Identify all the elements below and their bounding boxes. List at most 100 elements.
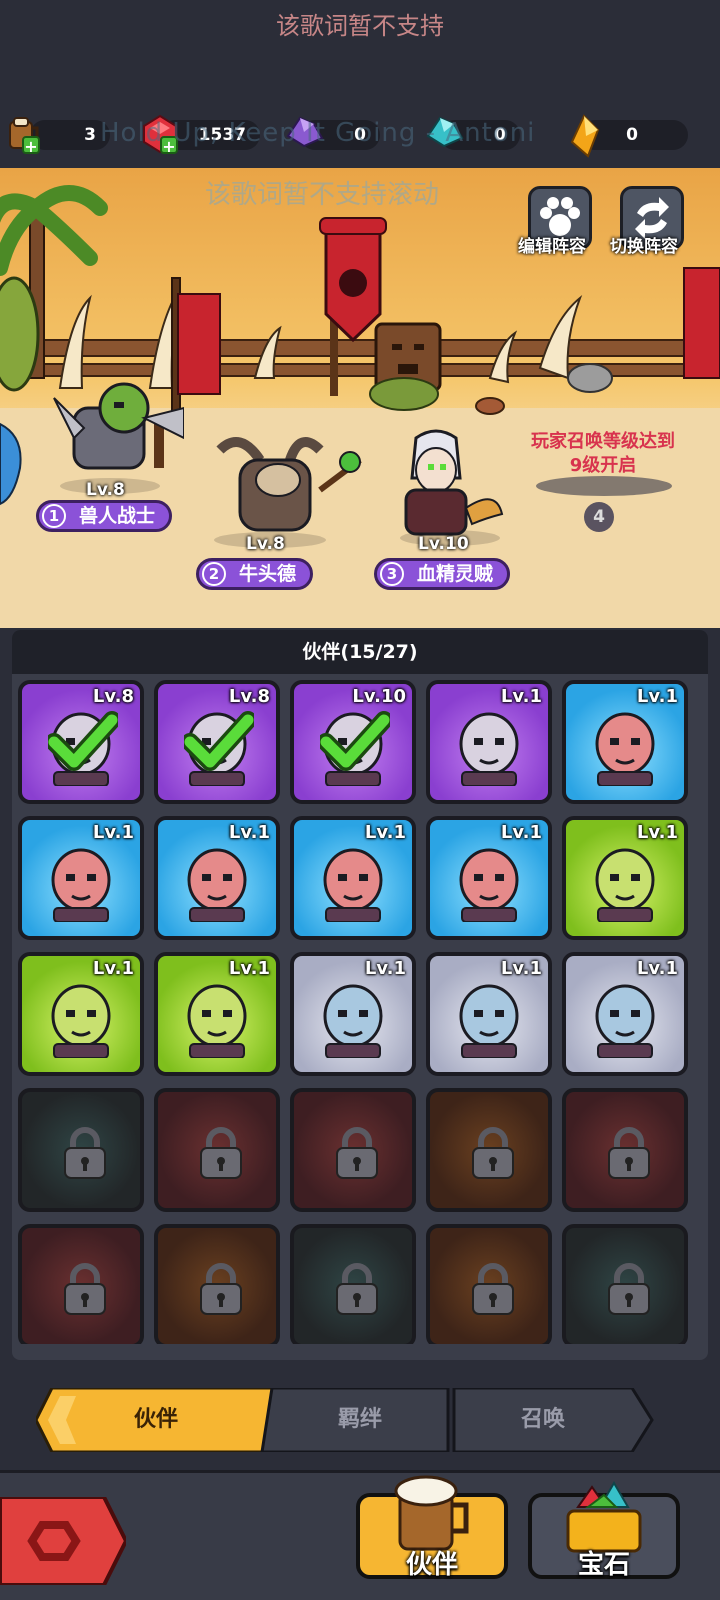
lock-icon xyxy=(608,1127,650,1179)
partner-card[interactable]: Lv.1 xyxy=(562,816,688,940)
gem-nav-label: 宝石 xyxy=(577,1550,630,1580)
lock-icon xyxy=(472,1263,514,1315)
lock-icon xyxy=(64,1263,106,1315)
partner-card[interactable]: Lv.1 xyxy=(426,952,552,1076)
partner-panel: 伙伴(15/27) Lv.8 Lv.8 Lv.10 Lv.1 Lv.1 Lv.1 Lv.1 L… xyxy=(12,630,708,1360)
locked-partner-card[interactable] xyxy=(154,1088,280,1212)
check-icon xyxy=(48,711,118,771)
locked-partner-card[interactable] xyxy=(290,1088,416,1212)
hero-3-slot-number: 3 xyxy=(380,562,404,586)
hero-tauren-druid[interactable] xyxy=(200,430,370,544)
gem-nav-button[interactable]: 宝石 xyxy=(528,1481,680,1580)
add-beer-button[interactable]: + xyxy=(22,136,40,155)
partner-card[interactable]: Lv.1 xyxy=(562,952,688,1076)
lock-icon xyxy=(472,1127,514,1179)
hero-2-slot-number: 2 xyxy=(202,562,226,586)
partner-portrait xyxy=(595,712,655,786)
partner-portrait xyxy=(323,848,383,922)
partner-nav-label: 伙伴 xyxy=(405,1550,458,1580)
locked-partner-card[interactable] xyxy=(426,1224,552,1344)
partner-card[interactable]: Lv.1 xyxy=(290,816,416,940)
partner-level: Lv.1 xyxy=(500,822,542,843)
bottom-tabs: 伙伴 羁绊 召唤 xyxy=(36,1388,656,1452)
partner-nav-button[interactable]: 伙伴 xyxy=(356,1475,508,1580)
locked-partner-card[interactable] xyxy=(426,1088,552,1212)
partner-level: Lv.8 xyxy=(228,686,270,707)
partner-level: Lv.1 xyxy=(636,822,678,843)
partner-portrait xyxy=(459,984,519,1058)
check-icon xyxy=(184,711,254,771)
partner-card[interactable]: Lv.8 xyxy=(154,680,280,804)
partner-level: Lv.8 xyxy=(92,686,134,707)
lock-icon xyxy=(200,1127,242,1179)
resource-beer[interactable]: 3 xyxy=(30,120,110,150)
music-marquee: Hold Up, Keep It Going - Antoni xyxy=(100,118,536,148)
hero-3-name: 血精灵贼 xyxy=(417,563,494,585)
partner-card[interactable]: Lv.1 xyxy=(290,952,416,1076)
partner-card[interactable]: Lv.1 xyxy=(426,816,552,940)
back-button[interactable] xyxy=(0,1495,129,1587)
partner-card[interactable]: Lv.10 xyxy=(290,680,416,804)
partner-level: Lv.1 xyxy=(636,958,678,979)
partner-card[interactable]: Lv.1 xyxy=(426,680,552,804)
bottom-nav: 伙伴 宝石 xyxy=(0,1470,720,1600)
battle-scene: 该歌词暂不支持滚动 编辑阵容 切换阵容 Lv.8 1 兽人战士 Lv.8 2 牛… xyxy=(0,168,720,628)
partner-level: Lv.1 xyxy=(92,822,134,843)
partner-card[interactable]: Lv.1 xyxy=(18,952,144,1076)
partner-level: Lv.1 xyxy=(636,686,678,707)
hero-3-name-pill[interactable]: 3 血精灵贼 xyxy=(374,558,511,590)
partner-level: Lv.1 xyxy=(92,958,134,979)
partner-card[interactable]: Lv.1 xyxy=(154,816,280,940)
partner-portrait xyxy=(595,848,655,922)
hero-1-level: Lv.8 xyxy=(86,480,125,500)
locked-partner-card[interactable] xyxy=(154,1224,280,1344)
partner-level: Lv.1 xyxy=(364,958,406,979)
partner-portrait xyxy=(187,848,247,922)
partner-card[interactable]: Lv.1 xyxy=(154,952,280,1076)
partner-portrait xyxy=(459,848,519,922)
tab-bond[interactable]: 羁绊 xyxy=(272,1388,448,1452)
locked-partner-card[interactable] xyxy=(290,1224,416,1344)
locked-partner-card[interactable] xyxy=(562,1088,688,1212)
hero-orc-warrior[interactable] xyxy=(44,368,185,492)
lock-icon xyxy=(64,1127,106,1179)
hero-2-name: 牛头德 xyxy=(239,563,297,585)
resource-beer-value: 3 xyxy=(84,125,96,145)
partner-card[interactable]: Lv.1 xyxy=(18,816,144,940)
partner-level: Lv.1 xyxy=(364,822,406,843)
partner-card[interactable]: Lv.1 xyxy=(562,680,688,804)
tab-summon[interactable]: 召唤 xyxy=(454,1388,632,1452)
partner-portrait xyxy=(459,712,519,786)
partner-level: Lv.1 xyxy=(228,958,270,979)
lyric-overlay-mid: 该歌词暂不支持滚动 xyxy=(205,180,440,210)
partner-level: Lv.1 xyxy=(228,822,270,843)
partner-level: Lv.1 xyxy=(500,958,542,979)
resource-gold-value: 0 xyxy=(626,125,638,145)
edit-formation-label: 编辑阵容 xyxy=(518,237,586,257)
partner-portrait xyxy=(187,984,247,1058)
lock-icon xyxy=(608,1263,650,1315)
switch-formation-label: 切换阵容 xyxy=(610,237,678,257)
tab-partner[interactable]: 伙伴 xyxy=(56,1388,256,1452)
partner-grid: Lv.8 Lv.8 Lv.10 Lv.1 Lv.1 Lv.1 Lv.1 Lv.1 Lv.1 Lv.… xyxy=(18,680,702,1344)
partner-portrait xyxy=(51,848,111,922)
partner-card[interactable]: Lv.8 xyxy=(18,680,144,804)
hero-blood-elf-rogue[interactable] xyxy=(376,428,506,542)
check-icon xyxy=(320,711,390,771)
slot-4-badge[interactable]: 4 xyxy=(584,502,614,532)
hero-1-name: 兽人战士 xyxy=(79,505,156,527)
locked-partner-card[interactable] xyxy=(18,1224,144,1344)
hero-2-level: Lv.8 xyxy=(246,534,285,554)
hero-1-slot-number: 1 xyxy=(42,504,66,528)
lock-icon xyxy=(336,1127,378,1179)
beer-mug-icon xyxy=(394,1475,469,1551)
hero-1-name-pill[interactable]: 1 兽人战士 xyxy=(36,500,173,532)
lock-icon xyxy=(336,1263,378,1315)
partner-portrait xyxy=(51,984,111,1058)
partner-level: Lv.10 xyxy=(352,686,406,707)
locked-partner-card[interactable] xyxy=(18,1088,144,1212)
partner-portrait xyxy=(323,984,383,1058)
partner-panel-title: 伙伴(15/27) xyxy=(12,630,708,674)
locked-partner-card[interactable] xyxy=(562,1224,688,1344)
hero-2-name-pill[interactable]: 2 牛头德 xyxy=(196,558,314,590)
